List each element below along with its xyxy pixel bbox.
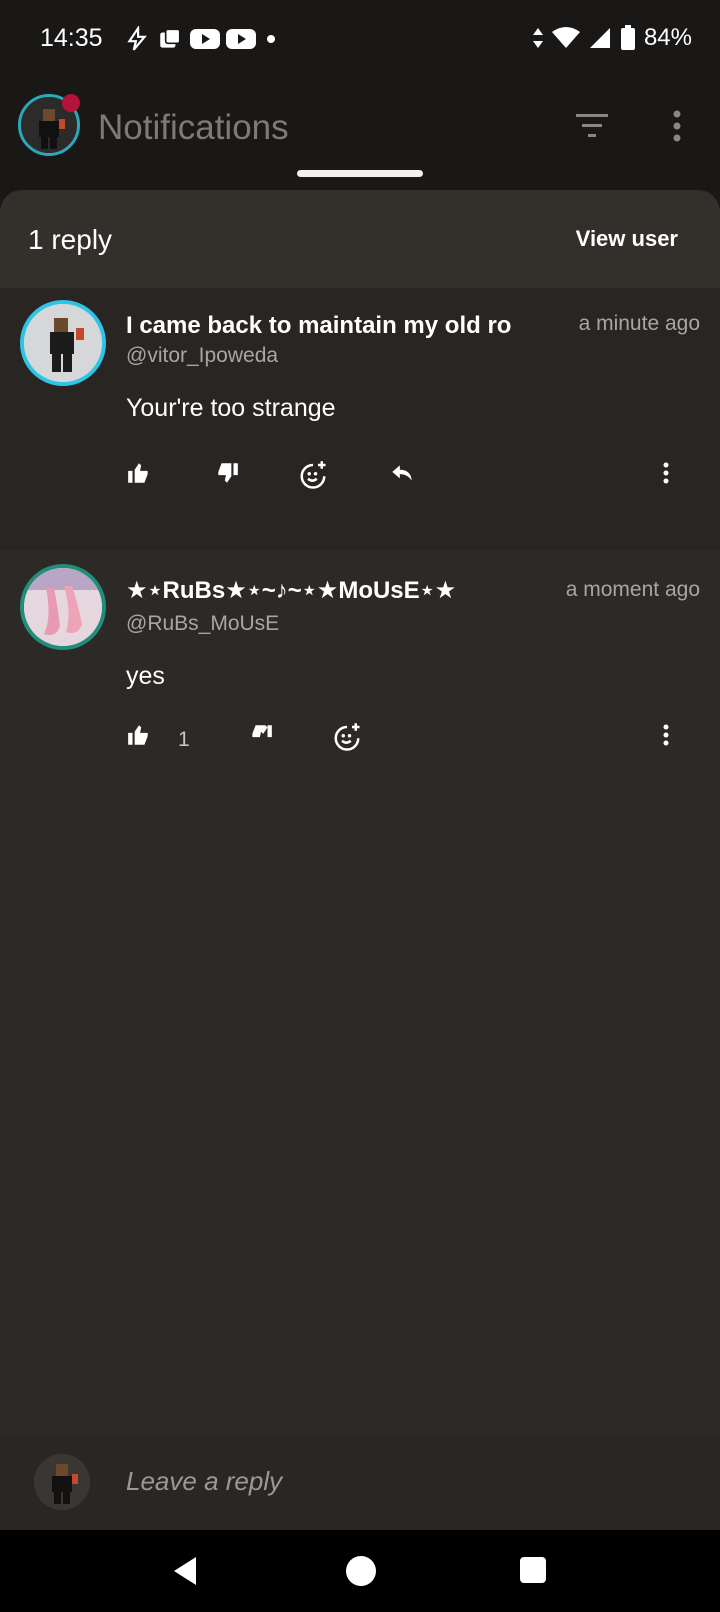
data-arrows-icon: [532, 28, 543, 48]
commenter-avatar[interactable]: [20, 564, 106, 650]
sheet-header: 1 reply View user: [0, 190, 720, 288]
commenter-handle[interactable]: @RuBs_MoUsE: [126, 612, 279, 636]
signal-icon: [589, 28, 610, 48]
thumbs-down-icon[interactable]: [214, 460, 240, 486]
comment-more-icon[interactable]: [658, 460, 674, 486]
avatar-shoes-icon: [24, 568, 102, 646]
comment-time: a minute ago: [578, 312, 700, 335]
youtube-icon: [190, 29, 220, 49]
status-bar: 14:35 84%: [0, 0, 720, 80]
my-avatar: [34, 1454, 90, 1510]
battery-icon: [620, 25, 635, 50]
commenter-avatar[interactable]: [20, 300, 106, 386]
thumbs-up-icon[interactable]: [126, 460, 152, 486]
status-time: 14:35: [40, 24, 103, 52]
back-icon[interactable]: [170, 1554, 200, 1588]
avatar-figure-icon: [24, 304, 102, 382]
comment-actions: [126, 460, 706, 500]
commenter-handle[interactable]: @vitor_Ipoweda: [126, 344, 278, 368]
comment-item: I came back to maintain my old ro a minu…: [0, 288, 720, 550]
wifi-icon: [551, 27, 580, 48]
reply-input[interactable]: Leave a reply: [126, 1466, 282, 1497]
page-title: Notifications: [98, 108, 289, 147]
bolt-icon: [127, 26, 147, 51]
like-count: 1: [178, 728, 190, 751]
commenter-name[interactable]: I came back to maintain my old ro: [126, 312, 534, 340]
commenter-name[interactable]: ★⋆RuBs★⋆~♪~⋆★MoUsE⋆★: [126, 576, 526, 605]
youtube-icon: [226, 29, 256, 49]
sheet-drag-handle[interactable]: [297, 170, 423, 177]
more-options-icon[interactable]: [662, 108, 692, 144]
system-icons: 84%: [532, 24, 692, 52]
system-nav-bar: [0, 1530, 720, 1612]
replies-sheet: 1 reply View user I came back to maintai…: [0, 190, 720, 1530]
add-reaction-icon[interactable]: [298, 460, 328, 490]
reply-bar: Leave a reply: [0, 1436, 720, 1530]
recents-icon[interactable]: [520, 1557, 546, 1583]
thumbs-down-icon[interactable]: [248, 722, 274, 748]
notification-icons: [124, 26, 280, 52]
battery-level: 84%: [643, 24, 692, 51]
app-bar: Notifications: [0, 80, 720, 190]
comment-actions: 1: [126, 722, 706, 762]
add-reaction-icon[interactable]: [332, 722, 362, 752]
filter-icon[interactable]: [574, 110, 614, 142]
view-user-button[interactable]: View user: [576, 226, 678, 252]
reply-icon[interactable]: [388, 460, 416, 486]
photos-icon: [160, 28, 181, 48]
notification-badge: [62, 94, 80, 112]
thumbs-up-icon[interactable]: [126, 722, 152, 748]
comment-item: ★⋆RuBs★⋆~♪~⋆★MoUsE⋆★ a moment ago @RuBs_…: [0, 550, 720, 850]
comment-more-icon[interactable]: [658, 722, 674, 748]
comment-text: yes: [126, 662, 165, 690]
dot-icon: [267, 35, 275, 43]
comment-time: a moment ago: [565, 578, 700, 601]
sheet-title: 1 reply: [28, 224, 113, 255]
comment-text: Your're too strange: [126, 394, 336, 422]
home-icon[interactable]: [346, 1556, 376, 1586]
avatar-figure-icon: [34, 1454, 90, 1510]
